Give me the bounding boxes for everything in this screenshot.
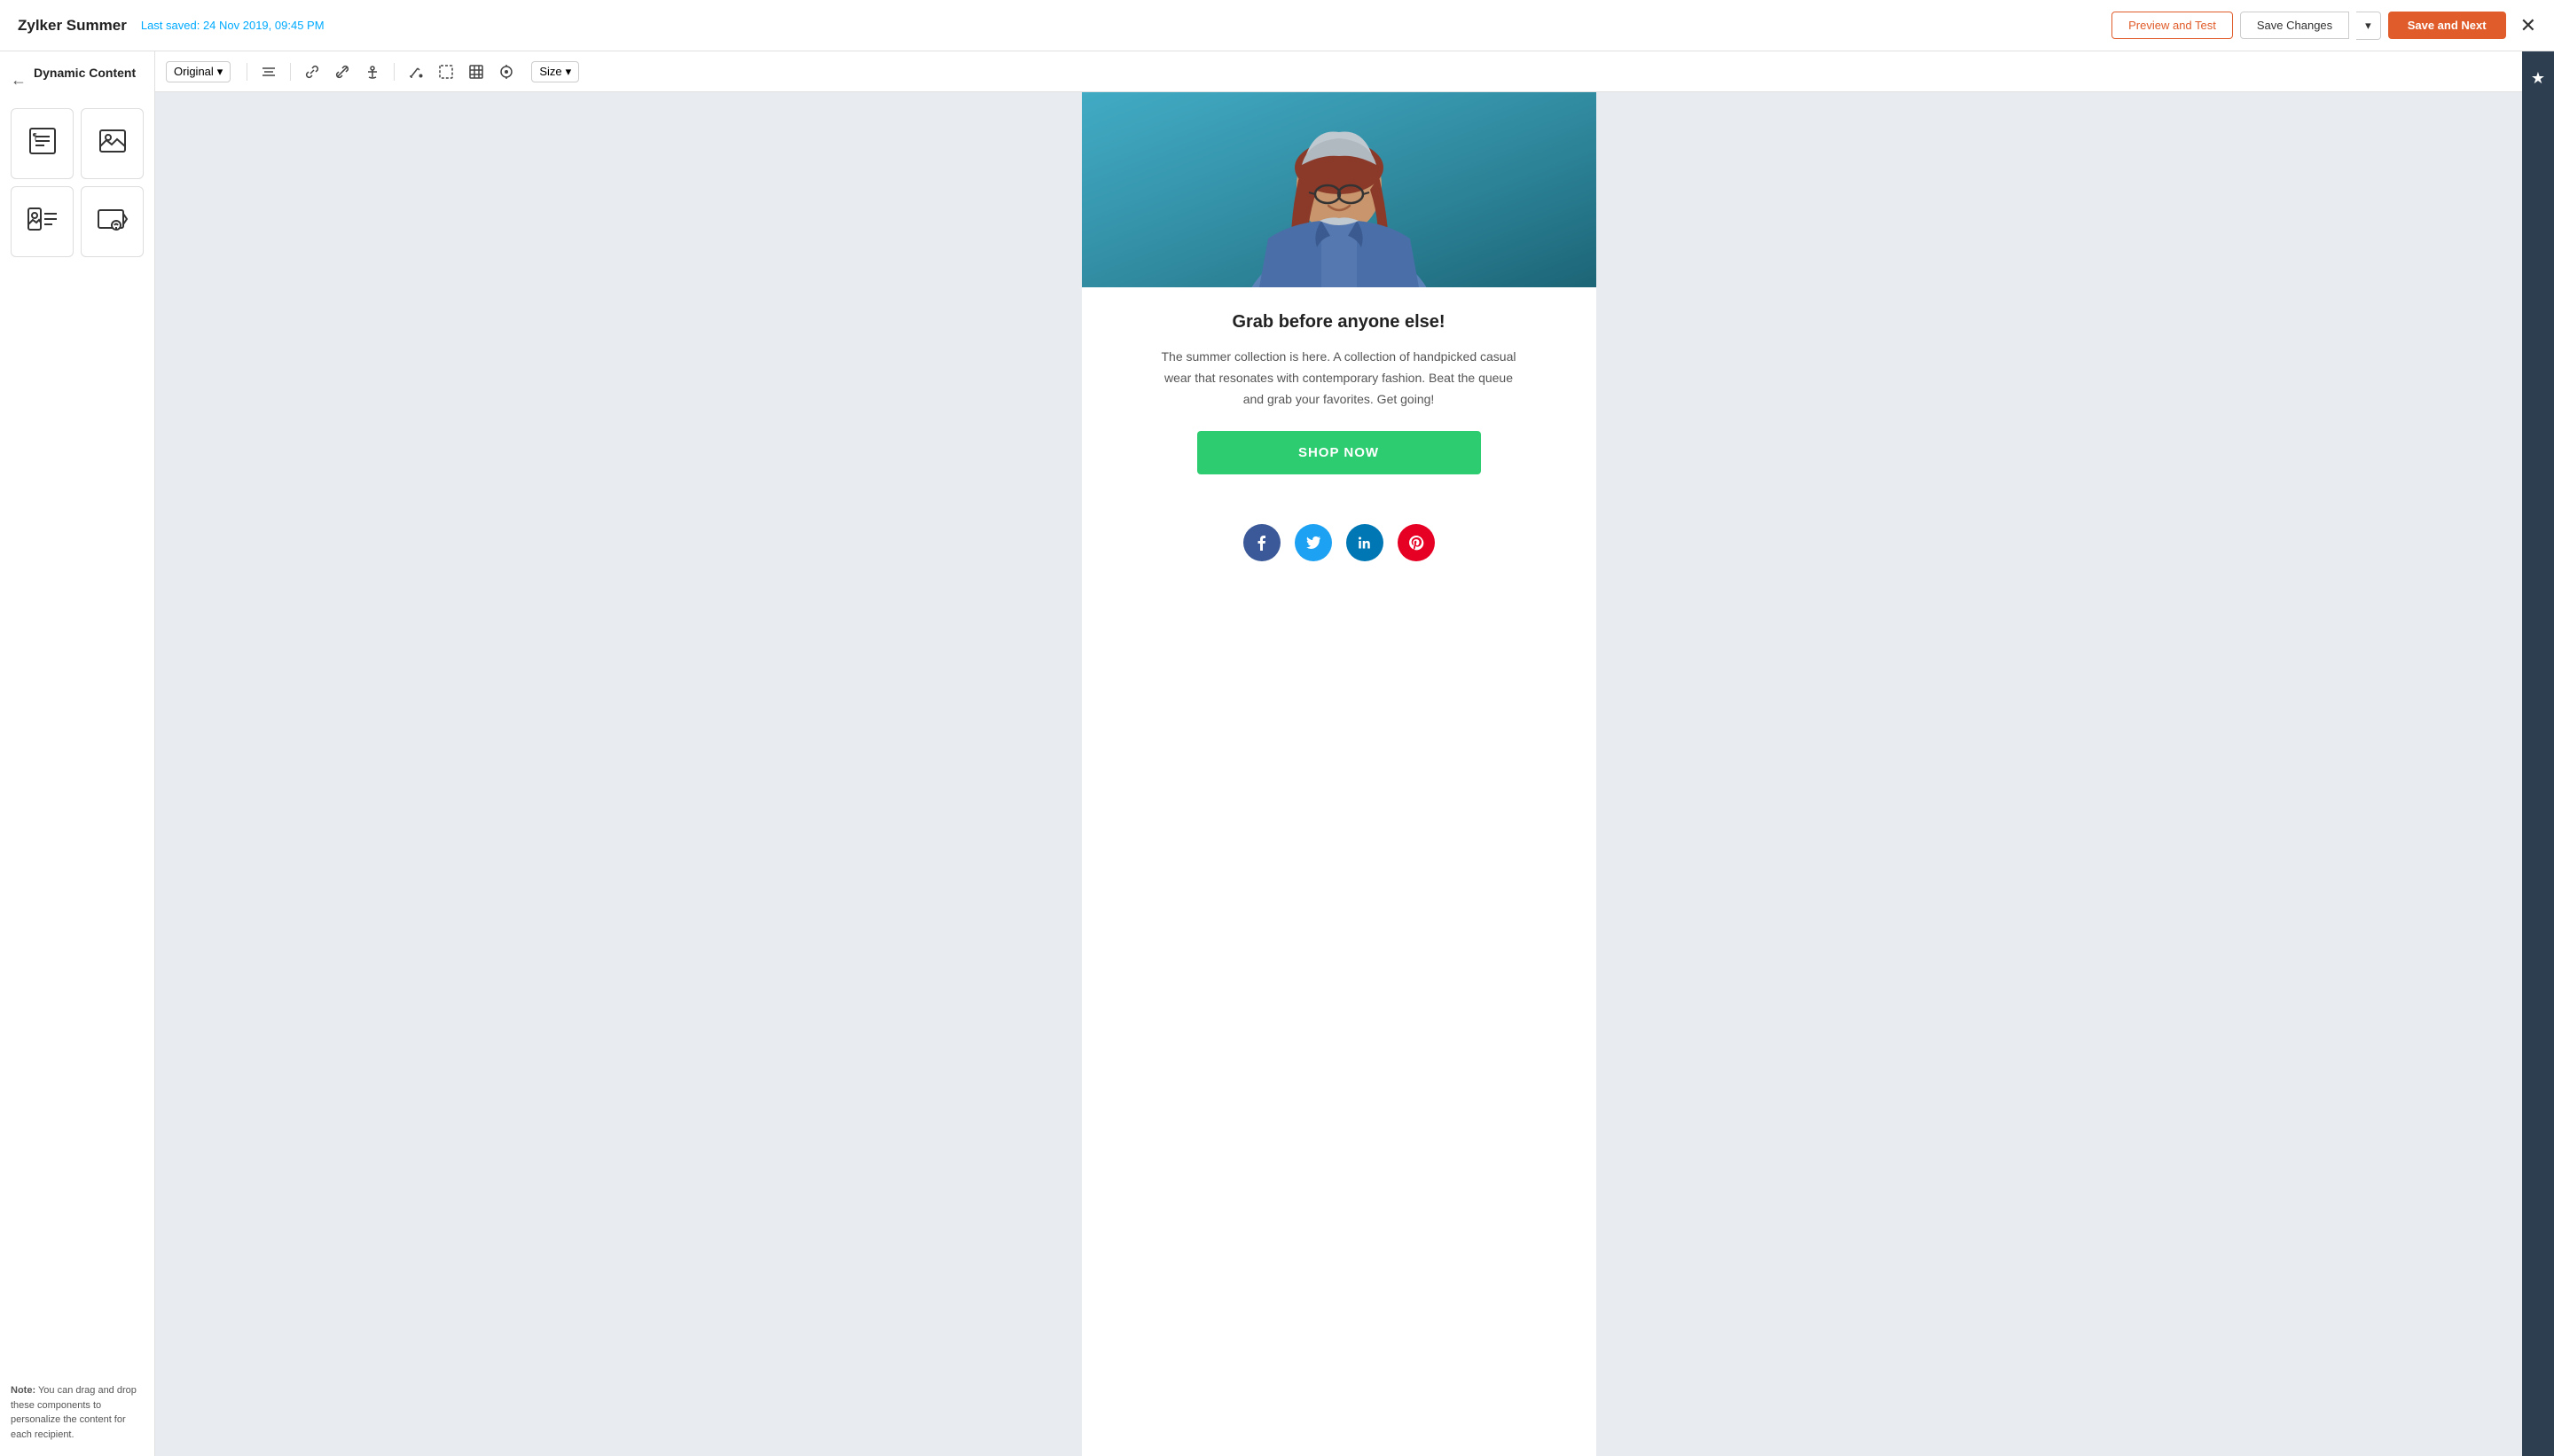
dropdown-arrow-icon: ▾ <box>217 65 223 79</box>
anchor-button[interactable] <box>360 61 385 82</box>
header-left: Zylker Summer Last saved: 24 Nov 2019, 0… <box>18 17 325 35</box>
toolbar-divider-3 <box>394 63 395 81</box>
image-text-block-icon <box>27 203 59 241</box>
size-arrow-icon: ▾ <box>566 65 572 79</box>
align-center-button[interactable] <box>256 61 281 82</box>
table-button[interactable] <box>464 61 489 82</box>
hero-image-inner <box>1082 92 1596 287</box>
star-button[interactable]: ★ <box>2524 62 2552 95</box>
social-bar <box>1082 506 1596 579</box>
select-button[interactable] <box>434 61 458 82</box>
header: Zylker Summer Last saved: 24 Nov 2019, 0… <box>0 0 2554 51</box>
sidebar-title: Dynamic Content <box>34 66 136 80</box>
sidebar: ← Dynamic Content ¶ <box>0 51 155 1456</box>
toolbar: Original ▾ <box>155 51 2522 92</box>
email-headline: Grab before anyone else! <box>1117 312 1561 333</box>
sidebar-header: ← Dynamic Content <box>11 66 144 94</box>
image-text-block-component[interactable] <box>11 186 74 257</box>
facebook-icon[interactable] <box>1243 524 1281 561</box>
main-layout: ← Dynamic Content ¶ <box>0 51 2554 1456</box>
note-label: Note: <box>11 1385 35 1396</box>
hero-image <box>1082 92 1596 287</box>
save-changes-button[interactable]: Save Changes <box>2240 12 2349 39</box>
linkedin-icon[interactable] <box>1346 524 1383 561</box>
shop-now-button[interactable]: SHOP NOW <box>1197 431 1481 474</box>
back-button[interactable]: ← <box>11 71 27 90</box>
preview-and-test-button[interactable]: Preview and Test <box>2111 12 2233 39</box>
size-label: Size <box>539 65 561 78</box>
twitter-icon[interactable] <box>1295 524 1332 561</box>
original-dropdown[interactable]: Original ▾ <box>166 61 231 82</box>
image-block-icon <box>97 125 129 163</box>
text-block-component[interactable]: ¶ <box>11 108 74 179</box>
component-grid: ¶ <box>11 108 144 257</box>
email-content: Grab before anyone else! The summer coll… <box>1082 287 1596 506</box>
paint-button[interactable] <box>403 61 428 82</box>
original-label: Original <box>174 65 214 78</box>
sidebar-note: Note: You can drag and drop these compon… <box>11 1369 144 1442</box>
pinterest-icon[interactable] <box>1398 524 1435 561</box>
image-block-component[interactable] <box>81 108 144 179</box>
save-changes-caret-button[interactable]: ▾ <box>2356 12 2381 40</box>
right-panel: ★ <box>2522 51 2554 1456</box>
last-saved-text: Last saved: 24 Nov 2019, 09:45 PM <box>141 19 325 32</box>
header-right: Preview and Test Save Changes ▾ Save and… <box>2111 12 2536 40</box>
canvas-area[interactable]: Grab before anyone else! The summer coll… <box>155 92 2522 1456</box>
save-and-next-button[interactable]: Save and Next <box>2388 12 2506 39</box>
dynamic-block-component[interactable] <box>81 186 144 257</box>
dynamic-block-icon <box>97 203 129 241</box>
toolbar-area: Original ▾ <box>155 51 2522 1456</box>
close-button[interactable]: ✕ <box>2520 14 2536 37</box>
app-title: Zylker Summer <box>18 17 127 35</box>
link-button[interactable] <box>300 61 325 82</box>
text-block-icon: ¶ <box>27 125 59 163</box>
email-wrapper: Grab before anyone else! The summer coll… <box>1082 92 1596 1456</box>
unlink-button[interactable] <box>330 61 355 82</box>
size-dropdown[interactable]: Size ▾ <box>531 61 579 82</box>
effects-button[interactable] <box>494 61 519 82</box>
svg-text:¶: ¶ <box>33 132 37 142</box>
toolbar-divider-2 <box>290 63 291 81</box>
email-body: The summer collection is here. A collect… <box>1162 347 1516 410</box>
